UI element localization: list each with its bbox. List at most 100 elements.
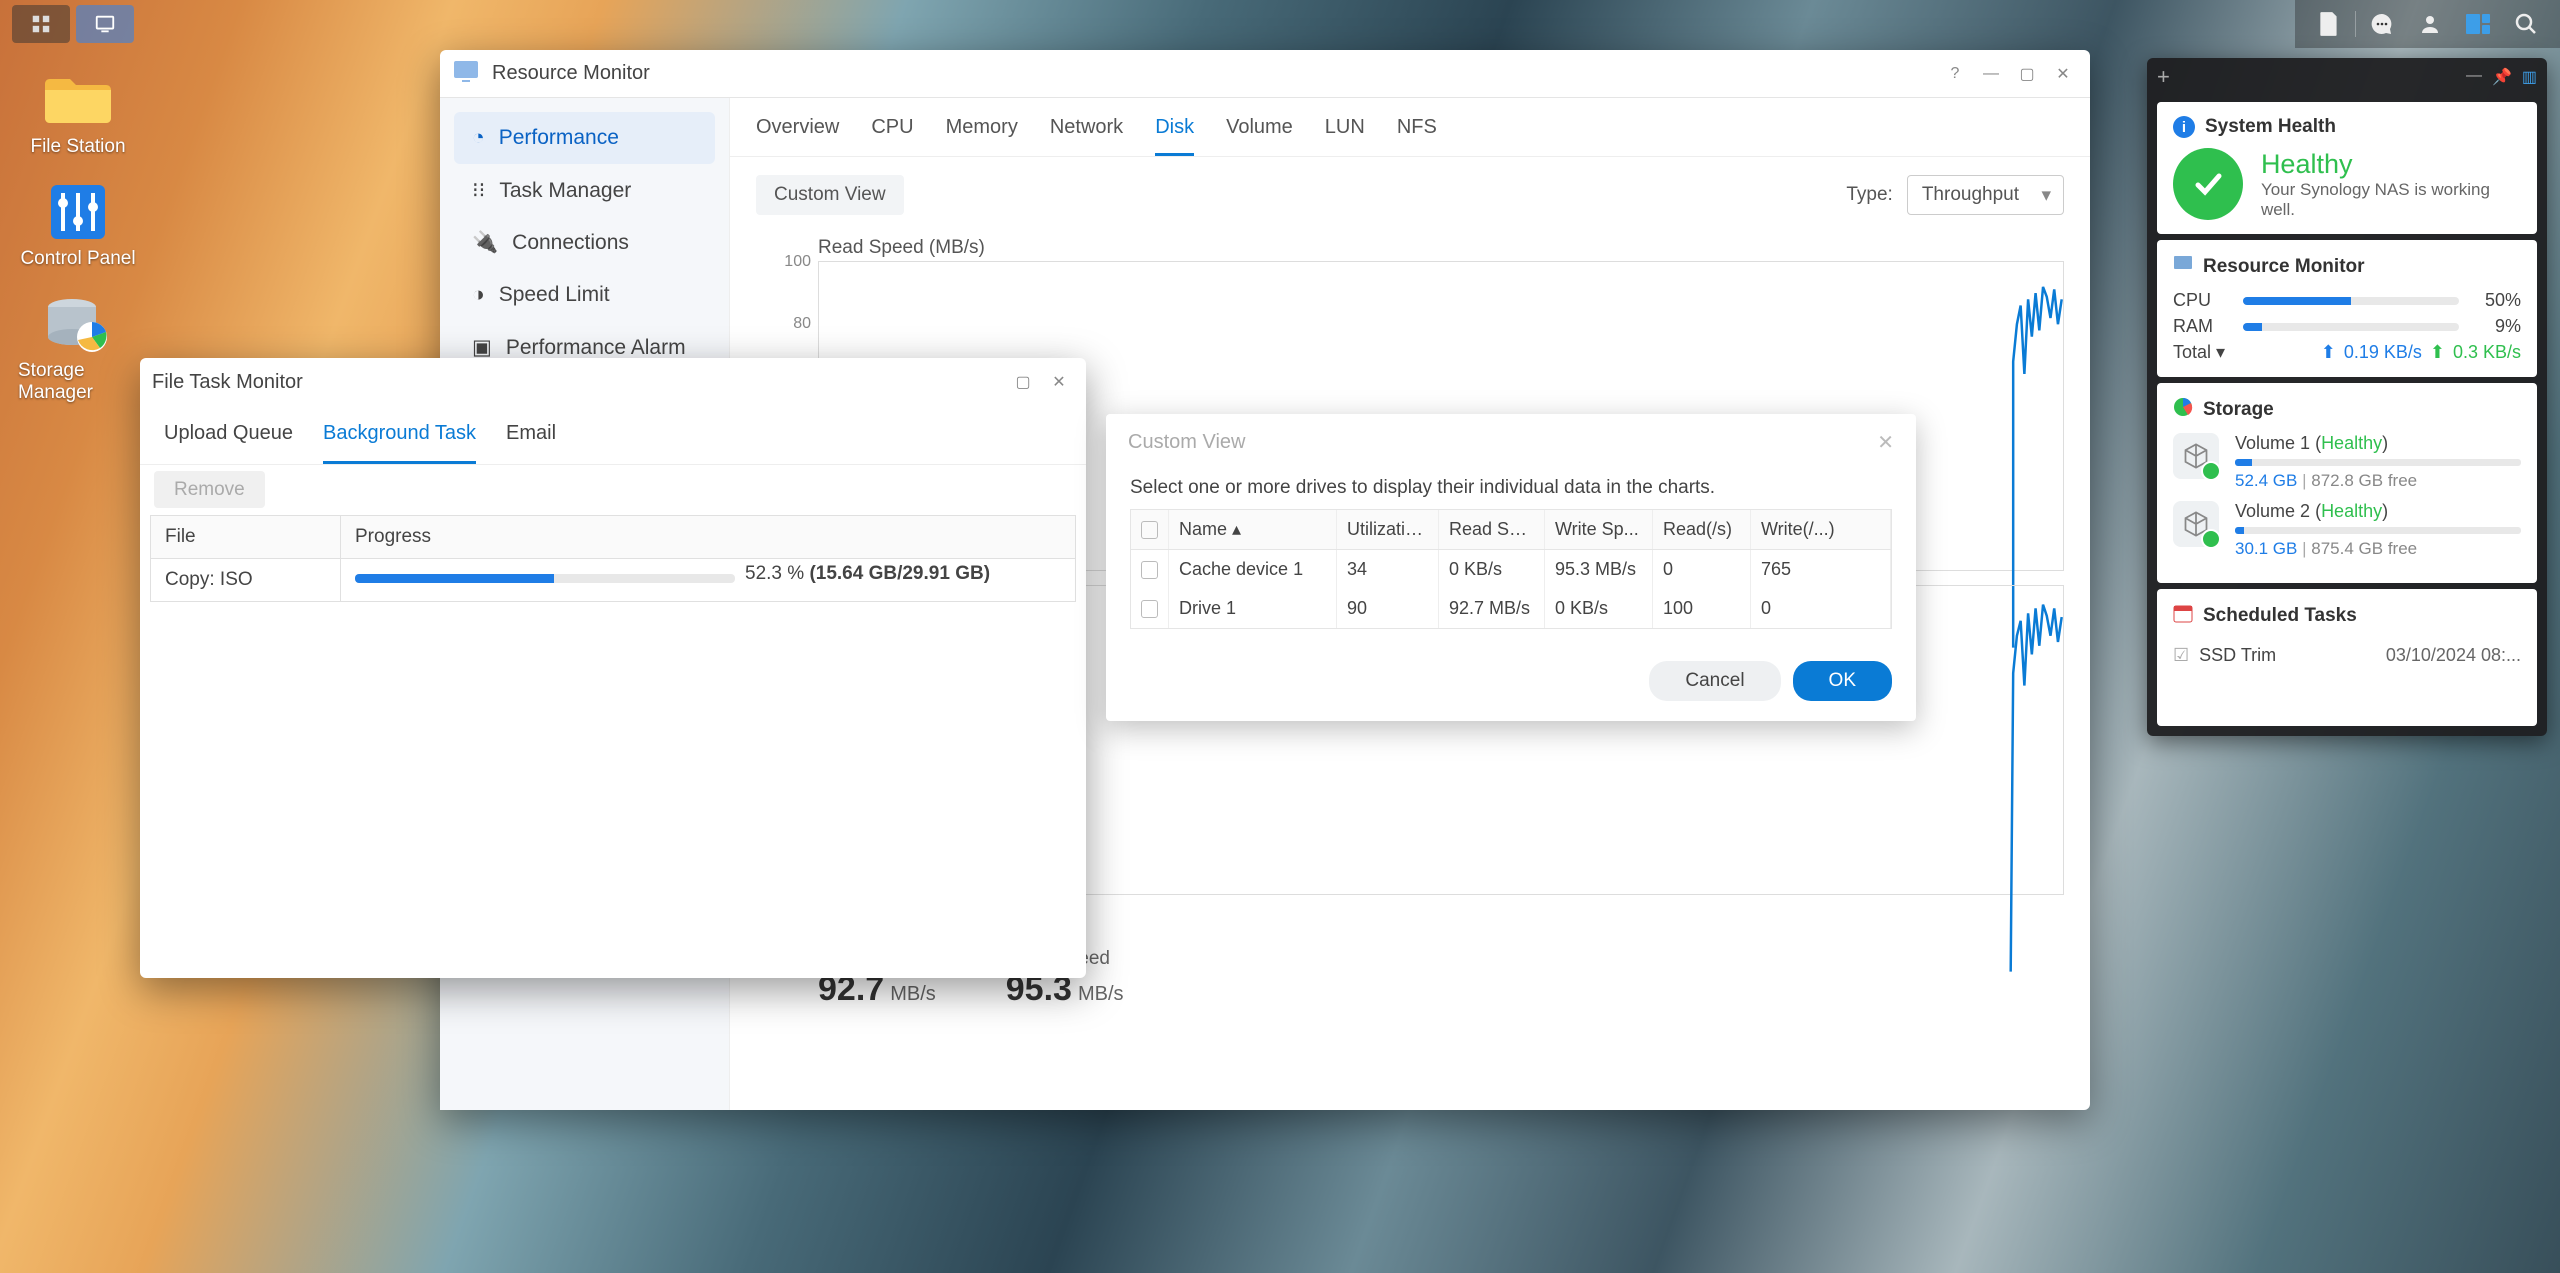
desktop-icon-label: Control Panel bbox=[20, 248, 135, 270]
file-task-monitor-window: File Task Monitor ▢ ✕ Upload Queue Backg… bbox=[140, 358, 1086, 978]
download-icon: ⬆ bbox=[2430, 342, 2445, 363]
task-file: Copy: ISO bbox=[151, 559, 341, 601]
col-progress[interactable]: Progress bbox=[341, 516, 1075, 558]
upload-icon: ⬆ bbox=[2321, 342, 2336, 363]
health-status: Healthy bbox=[2261, 149, 2521, 180]
tab-overview[interactable]: Overview bbox=[756, 116, 839, 156]
tab-disk[interactable]: Disk bbox=[1155, 116, 1194, 156]
task-icon: ⁝⁝ bbox=[472, 178, 485, 203]
widget-scheduled-tasks: Scheduled Tasks ☑ SSD Trim 03/10/2024 08… bbox=[2157, 589, 2537, 726]
search-icon[interactable] bbox=[2504, 4, 2548, 44]
tab-background-task[interactable]: Background Task bbox=[323, 406, 476, 464]
custom-view-button[interactable]: Custom View bbox=[756, 175, 904, 215]
resource-monitor-taskbar-button[interactable] bbox=[76, 5, 134, 43]
widget-storage: Storage Volume 1 (Healthy) 52.4 GB | 872… bbox=[2157, 383, 2537, 583]
total-dropdown[interactable]: Total ▾ bbox=[2173, 342, 2225, 363]
col-reads[interactable]: Read(/s) bbox=[1653, 510, 1751, 549]
tab-upload-queue[interactable]: Upload Queue bbox=[164, 406, 293, 464]
close-icon[interactable]: ✕ bbox=[1877, 430, 1894, 455]
widget-resource-monitor: Resource Monitor CPU 50% RAM 9% Total ▾ … bbox=[2157, 240, 2537, 377]
col-file[interactable]: File bbox=[151, 516, 341, 558]
tab-memory[interactable]: Memory bbox=[946, 116, 1018, 156]
close-icon[interactable]: ✕ bbox=[2048, 59, 2078, 89]
task-item[interactable]: ☑ SSD Trim 03/10/2024 08:... bbox=[2173, 639, 2521, 672]
task-row[interactable]: Copy: ISO 52.3 % (15.64 GB/29.91 GB) bbox=[151, 559, 1075, 601]
sidebar-item-task-manager[interactable]: ⁝⁝Task Manager bbox=[454, 164, 715, 217]
desktop-icon-file-station[interactable]: File Station bbox=[18, 74, 138, 158]
widget-system-health: iSystem Health Healthy Your Synology NAS… bbox=[2157, 102, 2537, 234]
health-message: Your Synology NAS is working well. bbox=[2261, 180, 2521, 220]
app-icon bbox=[452, 57, 480, 91]
col-write-speed[interactable]: Write Sp... bbox=[1545, 510, 1653, 549]
y-tick: 80 bbox=[793, 315, 811, 333]
desktop-icon-label: Storage Manager bbox=[18, 360, 138, 404]
dial-icon: ◑ bbox=[472, 283, 485, 307]
remove-button[interactable]: Remove bbox=[154, 471, 265, 508]
pie-icon bbox=[2173, 397, 2193, 423]
monitor-icon bbox=[2173, 254, 2193, 280]
help-icon[interactable]: ? bbox=[1940, 59, 1970, 89]
sidebar-item-speed-limit[interactable]: ◑Speed Limit bbox=[454, 269, 715, 321]
sidebar-item-performance[interactable]: ◔Performance bbox=[454, 112, 715, 164]
tab-email[interactable]: Email bbox=[506, 406, 556, 464]
tab-cpu[interactable]: CPU bbox=[871, 116, 913, 156]
col-writes[interactable]: Write(/...) bbox=[1751, 510, 1891, 549]
drive-row[interactable]: Drive 1 90 92.7 MB/s 0 KB/s 100 0 bbox=[1131, 589, 1891, 628]
desktop-icon-control-panel[interactable]: Control Panel bbox=[18, 186, 138, 270]
widget-panel: + — 📌 ▥ iSystem Health Healthy Your Syno… bbox=[2147, 58, 2547, 736]
dialog-title: Custom View bbox=[1128, 431, 1245, 454]
custom-view-dialog: Custom View ✕ Select one or more drives … bbox=[1106, 414, 1916, 721]
plug-icon: 🔌 bbox=[472, 231, 498, 255]
desktop-icon-storage-manager[interactable]: Storage Manager bbox=[18, 298, 138, 404]
gauge-icon: ◔ bbox=[472, 126, 485, 150]
desktop-icon-label: File Station bbox=[30, 136, 125, 158]
task-progress: 52.3 % (15.64 GB/29.91 GB) bbox=[341, 559, 1075, 601]
minimize-icon[interactable]: — bbox=[2466, 67, 2482, 87]
maximize-icon[interactable]: ▢ bbox=[2012, 59, 2042, 89]
drive-row[interactable]: Cache device 1 34 0 KB/s 95.3 MB/s 0 765 bbox=[1131, 550, 1891, 589]
cpu-bar bbox=[2243, 297, 2459, 305]
ram-bar bbox=[2243, 323, 2459, 331]
close-icon[interactable]: ✕ bbox=[1044, 367, 1074, 397]
info-icon: i bbox=[2173, 116, 2195, 138]
window-titlebar[interactable]: Resource Monitor ? — ▢ ✕ bbox=[440, 50, 2090, 98]
row-checkbox[interactable] bbox=[1141, 561, 1158, 579]
maximize-icon[interactable]: ▢ bbox=[1008, 367, 1038, 397]
chat-icon[interactable] bbox=[2360, 4, 2404, 44]
volume-icon bbox=[2173, 501, 2219, 547]
add-widget-button[interactable]: + bbox=[2157, 64, 2170, 90]
check-icon: ☑ bbox=[2173, 645, 2189, 666]
window-titlebar[interactable]: File Task Monitor ▢ ✕ bbox=[140, 358, 1086, 406]
cpu-pct: 50% bbox=[2471, 290, 2521, 311]
row-checkbox[interactable] bbox=[1141, 600, 1158, 618]
volume-item[interactable]: Volume 1 (Healthy) 52.4 GB | 872.8 GB fr… bbox=[2173, 433, 2521, 491]
desktop-icons: File Station Control Panel Storage Manag… bbox=[18, 74, 138, 404]
col-utilization[interactable]: Utilizatio... bbox=[1337, 510, 1439, 549]
ram-pct: 9% bbox=[2471, 316, 2521, 337]
alarm-icon: ▣ bbox=[472, 335, 492, 360]
col-read-speed[interactable]: Read Sp... bbox=[1439, 510, 1545, 549]
tab-nfs[interactable]: NFS bbox=[1397, 116, 1437, 156]
volume-item[interactable]: Volume 2 (Healthy) 30.1 GB | 875.4 GB fr… bbox=[2173, 501, 2521, 559]
sidebar-item-connections[interactable]: 🔌Connections bbox=[454, 217, 715, 269]
window-title: Resource Monitor bbox=[492, 62, 650, 85]
apps-menu-button[interactable] bbox=[12, 5, 70, 43]
ftm-table: File Progress Copy: ISO 52.3 % (15.64 GB… bbox=[150, 515, 1076, 602]
col-name[interactable]: Name ▴ bbox=[1169, 510, 1337, 549]
drives-table: Name ▴ Utilizatio... Read Sp... Write Sp… bbox=[1130, 509, 1892, 629]
tab-lun[interactable]: LUN bbox=[1325, 116, 1365, 156]
user-icon[interactable] bbox=[2408, 4, 2452, 44]
cancel-button[interactable]: Cancel bbox=[1649, 661, 1780, 701]
select-all-checkbox[interactable] bbox=[1141, 521, 1158, 539]
ok-button[interactable]: OK bbox=[1793, 661, 1892, 701]
layout-icon[interactable]: ▥ bbox=[2522, 67, 2537, 87]
chart-title: Read Speed (MB/s) bbox=[818, 237, 2064, 259]
tab-network[interactable]: Network bbox=[1050, 116, 1123, 156]
widgets-icon[interactable] bbox=[2456, 4, 2500, 44]
check-icon bbox=[2173, 148, 2243, 220]
pin-icon[interactable]: 📌 bbox=[2492, 67, 2512, 87]
type-select[interactable]: Throughput bbox=[1907, 175, 2064, 215]
file-icon[interactable] bbox=[2307, 4, 2351, 44]
tab-volume[interactable]: Volume bbox=[1226, 116, 1293, 156]
minimize-icon[interactable]: — bbox=[1976, 59, 2006, 89]
